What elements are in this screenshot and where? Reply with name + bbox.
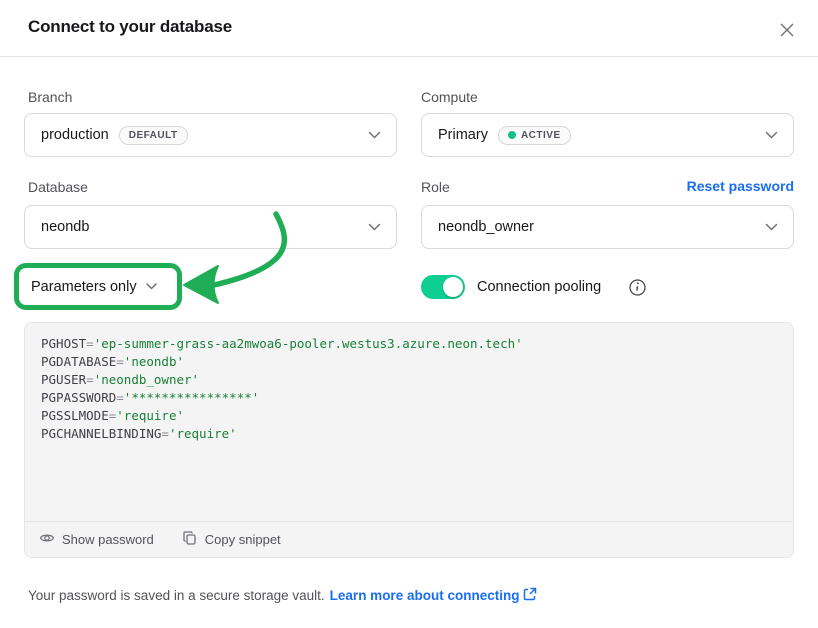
branch-select[interactable]: production DEFAULT bbox=[24, 113, 397, 157]
password-vault-text: Your password is saved in a secure stora… bbox=[28, 588, 325, 603]
chevron-down-icon bbox=[368, 131, 381, 139]
chevron-down-icon bbox=[368, 223, 381, 231]
snippet-format-select[interactable]: Parameters only bbox=[14, 263, 182, 310]
compute-value: Primary bbox=[438, 127, 488, 143]
active-status-dot bbox=[508, 131, 516, 139]
database-label: Database bbox=[28, 179, 88, 195]
close-button[interactable] bbox=[775, 19, 799, 43]
role-label: Role bbox=[421, 179, 450, 195]
connection-snippet-code[interactable]: PGHOST='ep-summer-grass-aa2mwoa6-pooler.… bbox=[25, 323, 793, 443]
chevron-down-icon bbox=[765, 131, 778, 139]
info-icon[interactable] bbox=[629, 279, 646, 296]
snippet-format-value: Parameters only bbox=[31, 279, 137, 295]
copy-snippet-button[interactable]: Copy snippet bbox=[182, 530, 281, 549]
show-password-button[interactable]: Show password bbox=[39, 530, 154, 549]
eye-icon bbox=[39, 530, 55, 549]
branch-label: Branch bbox=[28, 89, 72, 105]
dialog-title: Connect to your database bbox=[28, 17, 232, 37]
database-select[interactable]: neondb bbox=[24, 205, 397, 249]
compute-label: Compute bbox=[421, 89, 478, 105]
connection-pooling-toggle[interactable] bbox=[421, 275, 465, 299]
compute-select[interactable]: Primary ACTIVE bbox=[421, 113, 794, 157]
learn-more-link[interactable]: Learn more about connecting bbox=[330, 587, 538, 604]
role-value: neondb_owner bbox=[438, 219, 534, 235]
external-link-icon bbox=[523, 587, 537, 604]
connection-pooling-label: Connection pooling bbox=[477, 279, 601, 295]
header-divider bbox=[0, 56, 818, 57]
branch-value: production bbox=[41, 127, 109, 143]
connect-database-dialog: Connect to your database Branch Compute … bbox=[0, 0, 818, 628]
database-value: neondb bbox=[41, 219, 89, 235]
snippet-toolbar: Show password Copy snippet bbox=[25, 521, 793, 557]
active-badge: ACTIVE bbox=[498, 126, 571, 145]
chevron-down-icon bbox=[765, 223, 778, 231]
close-icon bbox=[778, 21, 796, 42]
toggle-knob bbox=[443, 277, 463, 297]
chevron-down-icon bbox=[146, 283, 157, 290]
default-badge: DEFAULT bbox=[119, 126, 188, 145]
password-vault-note: Your password is saved in a secure stora… bbox=[28, 587, 537, 604]
copy-icon bbox=[182, 530, 198, 549]
connection-snippet-box: PGHOST='ep-summer-grass-aa2mwoa6-pooler.… bbox=[24, 322, 794, 558]
reset-password-link[interactable]: Reset password bbox=[687, 178, 794, 194]
role-select[interactable]: neondb_owner bbox=[421, 205, 794, 249]
